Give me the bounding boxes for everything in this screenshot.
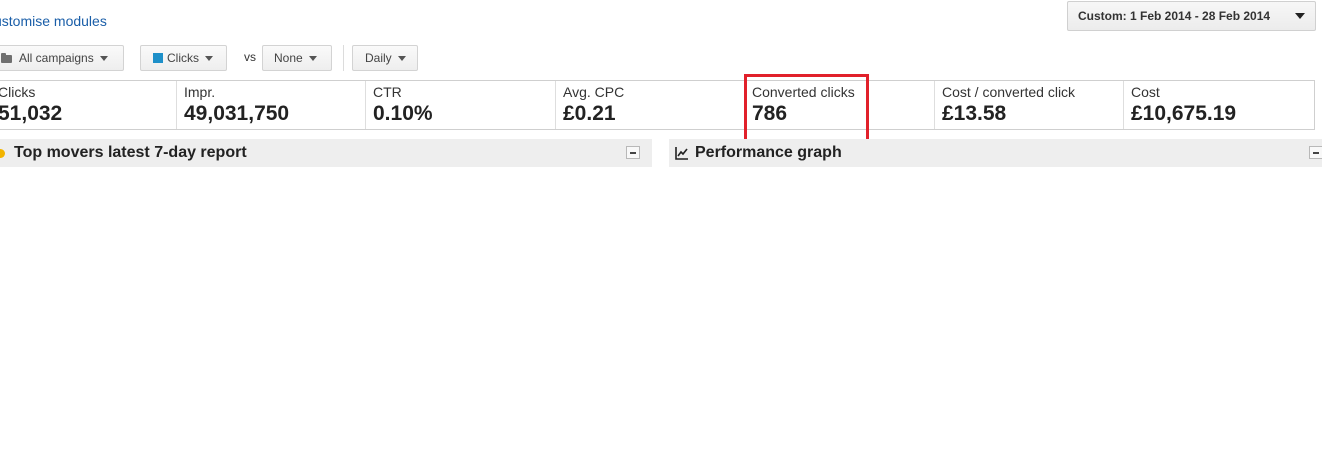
date-range-label: Custom: 1 Feb 2014 - 28 Feb 2014	[1078, 9, 1271, 23]
customise-modules-link[interactable]: ustomise modules	[0, 13, 107, 29]
performance-graph-title: Performance graph	[695, 144, 842, 161]
top-movers-title: Top movers latest 7-day report	[14, 144, 247, 161]
metric-label: Clicks	[0, 84, 36, 100]
chevron-down-icon	[1295, 13, 1305, 19]
chevron-down-icon	[99, 55, 108, 61]
metric-value: £0.21	[563, 102, 616, 125]
toolbar-divider	[343, 45, 344, 71]
performance-graph-module-header: Performance graph	[669, 139, 1322, 167]
top-movers-module-header: Top movers latest 7-day report	[0, 139, 652, 167]
metrics-summary-bar: Clicks 51,032 Impr. 49,031,750 CTR 0.10%…	[0, 80, 1315, 130]
chevron-down-icon	[397, 55, 406, 61]
metric-avg-cpc[interactable]: Avg. CPC £0.21	[556, 81, 745, 129]
date-range-selector[interactable]: Custom: 1 Feb 2014 - 28 Feb 2014	[1067, 1, 1316, 31]
metric-cost-per-converted-click[interactable]: Cost / converted click £13.58	[935, 81, 1124, 129]
vs-label: vs	[244, 50, 256, 64]
metric-label: Converted clicks	[752, 84, 855, 100]
metric-cost[interactable]: Cost £10,675.19	[1124, 81, 1314, 129]
metric-label: Cost / converted click	[942, 84, 1076, 100]
metric-label: Cost	[1131, 84, 1160, 100]
lightbulb-icon	[0, 148, 5, 158]
collapse-top-movers-button[interactable]	[626, 146, 640, 159]
chevron-down-icon	[205, 55, 213, 61]
metric-value: 51,032	[0, 102, 63, 125]
metric-value: 0.10%	[373, 102, 433, 125]
metric1-dropdown[interactable]: Clicks	[140, 45, 227, 71]
metric-value: 49,031,750	[184, 102, 290, 125]
metric-value: £13.58	[942, 102, 1007, 125]
line-chart-icon	[675, 147, 688, 160]
metric-clicks[interactable]: Clicks 51,032	[0, 81, 177, 129]
folder-icon	[1, 53, 12, 63]
chevron-down-icon	[308, 55, 317, 61]
campaign-filter-dropdown[interactable]: All campaigns	[0, 45, 124, 71]
metric-converted-clicks[interactable]: Converted clicks 786	[745, 81, 935, 129]
metric-color-swatch	[153, 53, 163, 63]
metric-value: 786	[752, 102, 788, 125]
metric-impressions[interactable]: Impr. 49,031,750	[177, 81, 366, 129]
collapse-performance-graph-button[interactable]	[1309, 146, 1322, 159]
metric-label: Impr.	[184, 84, 216, 100]
metric-label: CTR	[373, 84, 402, 100]
campaign-filter-label: All campaigns	[19, 51, 94, 65]
metric1-label: Clicks	[167, 51, 199, 65]
metric2-label: None	[274, 51, 303, 65]
metric2-dropdown[interactable]: None	[262, 45, 332, 71]
metric-value: £10,675.19	[1131, 102, 1237, 125]
metric-ctr[interactable]: CTR 0.10%	[366, 81, 556, 129]
granularity-label: Daily	[365, 51, 392, 65]
metric-label: Avg. CPC	[563, 84, 625, 100]
granularity-dropdown[interactable]: Daily	[352, 45, 418, 71]
